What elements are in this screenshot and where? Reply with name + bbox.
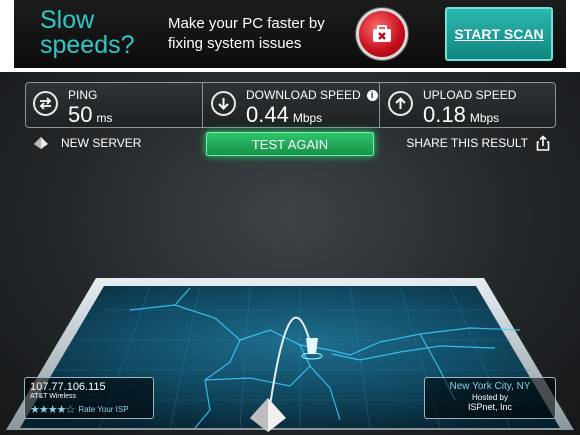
server-info: New York City, NY Hosted by ISPnet, Inc bbox=[424, 377, 556, 419]
share-icon bbox=[536, 135, 550, 151]
ad-headline: Slow speeds? bbox=[40, 6, 135, 59]
share-button[interactable]: SHARE THIS RESULT bbox=[406, 135, 550, 151]
speedtest-panel: PING 50 ms DOWNLOAD SPEED i 0.44 Mbps UPLOA… bbox=[0, 72, 580, 435]
toolkit-icon bbox=[356, 8, 408, 60]
server-city: New York City, NY bbox=[449, 381, 531, 392]
rating-stars-icon[interactable]: ★★★★☆ bbox=[30, 403, 75, 416]
info-icon[interactable]: i bbox=[366, 90, 378, 101]
arrow-up-icon bbox=[388, 91, 413, 116]
new-server-label: NEW SERVER bbox=[61, 136, 142, 150]
ad-pitch: Make your PC faster by fixing system iss… bbox=[168, 15, 325, 52]
action-bar: NEW SERVER TEST AGAIN SHARE THIS RESULT bbox=[25, 132, 556, 158]
download-label: DOWNLOAD SPEED i bbox=[246, 88, 378, 102]
new-server-button[interactable]: NEW SERVER bbox=[33, 136, 141, 150]
download-stat: DOWNLOAD SPEED i 0.44 Mbps bbox=[206, 83, 378, 127]
results-bar: PING 50 ms DOWNLOAD SPEED i 0.44 Mbps UPLOA… bbox=[25, 82, 556, 128]
upload-stat: UPLOAD SPEED 0.18 Mbps bbox=[383, 83, 555, 127]
server-pyramid-icon bbox=[34, 137, 48, 149]
upload-value: 0.18 Mbps bbox=[423, 102, 500, 127]
rate-isp-label: Rate Your ISP bbox=[78, 405, 129, 414]
ping-stat: PING 50 ms bbox=[28, 83, 200, 127]
ping-label: PING bbox=[68, 88, 98, 102]
ad-banner[interactable]: Slow speeds? Make your PC faster by fixi… bbox=[14, 0, 566, 68]
divider bbox=[202, 83, 203, 127]
arrow-down-icon bbox=[211, 91, 236, 116]
rate-isp-link[interactable]: ★★★★☆ Rate Your ISP bbox=[30, 403, 148, 416]
client-isp: AT&T Wireless bbox=[30, 393, 77, 400]
upload-label: UPLOAD SPEED bbox=[423, 88, 517, 102]
server-pin-icon bbox=[306, 338, 318, 354]
share-label: SHARE THIS RESULT bbox=[406, 136, 528, 150]
ping-value: 50 ms bbox=[68, 102, 113, 127]
client-ip: 107.77.106.115 bbox=[30, 381, 106, 393]
divider bbox=[379, 83, 380, 127]
client-info: 107.77.106.115 AT&T Wireless ★★★★☆ Rate … bbox=[24, 377, 154, 419]
hosted-by-label: Hosted by bbox=[471, 393, 509, 402]
test-again-button[interactable]: TEST AGAIN bbox=[206, 132, 374, 156]
server-host: ISPnet, Inc bbox=[467, 402, 513, 412]
swap-arrows-icon bbox=[33, 91, 58, 116]
start-scan-button[interactable]: START SCAN bbox=[445, 7, 553, 61]
download-value: 0.44 Mbps bbox=[246, 102, 323, 127]
